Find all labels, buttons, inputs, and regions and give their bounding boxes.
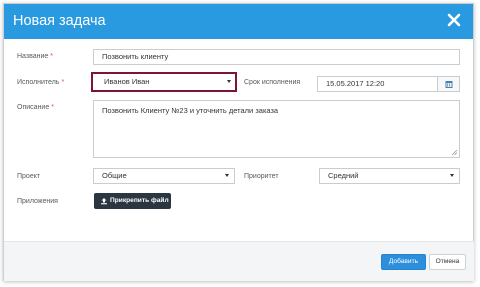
name-input[interactable]: Позвонить клиенту — [93, 49, 460, 65]
attachments-label: Приложения — [17, 198, 58, 205]
priority-label: Приоритет — [244, 173, 279, 180]
due-date-input[interactable]: 15.05.2017 12:20 — [317, 76, 438, 92]
due-date-label: Срок исполнения — [244, 79, 301, 86]
description-label: Описание * — [17, 104, 54, 111]
add-button[interactable]: Добавить — [381, 254, 426, 270]
attach-file-label: Прикрепить файл — [110, 197, 169, 204]
assignee-label: Исполнитель * — [17, 79, 65, 86]
attach-file-button[interactable]: Прикрепить файл — [94, 193, 171, 209]
assignee-value: Иванов Иван — [104, 77, 150, 86]
chevron-down-icon — [227, 80, 231, 83]
calendar-button[interactable] — [438, 76, 460, 92]
chevron-down-icon — [225, 174, 229, 177]
name-label: Название * — [17, 53, 54, 60]
priority-select[interactable]: Средний — [319, 168, 460, 184]
project-value: Общие — [102, 171, 127, 180]
dialog-header: Новая задача — [4, 4, 473, 39]
priority-value: Средний — [328, 171, 359, 180]
dialog-title: Новая задача — [13, 13, 106, 29]
assignee-select[interactable]: Иванов Иван — [91, 72, 237, 92]
cancel-button[interactable]: Отмена — [429, 254, 466, 270]
project-select[interactable]: Общие — [93, 168, 235, 184]
close-icon[interactable] — [445, 11, 463, 29]
description-textarea[interactable]: Позвонить Клиенту №23 и уточнить детали … — [93, 100, 460, 158]
chevron-down-icon — [450, 174, 454, 177]
description-text: Позвонить Клиенту №23 и уточнить детали … — [102, 106, 279, 115]
resize-handle-icon[interactable] — [451, 149, 458, 156]
calendar-icon — [445, 81, 453, 88]
project-label: Проект — [17, 173, 41, 180]
upload-icon — [101, 198, 107, 205]
